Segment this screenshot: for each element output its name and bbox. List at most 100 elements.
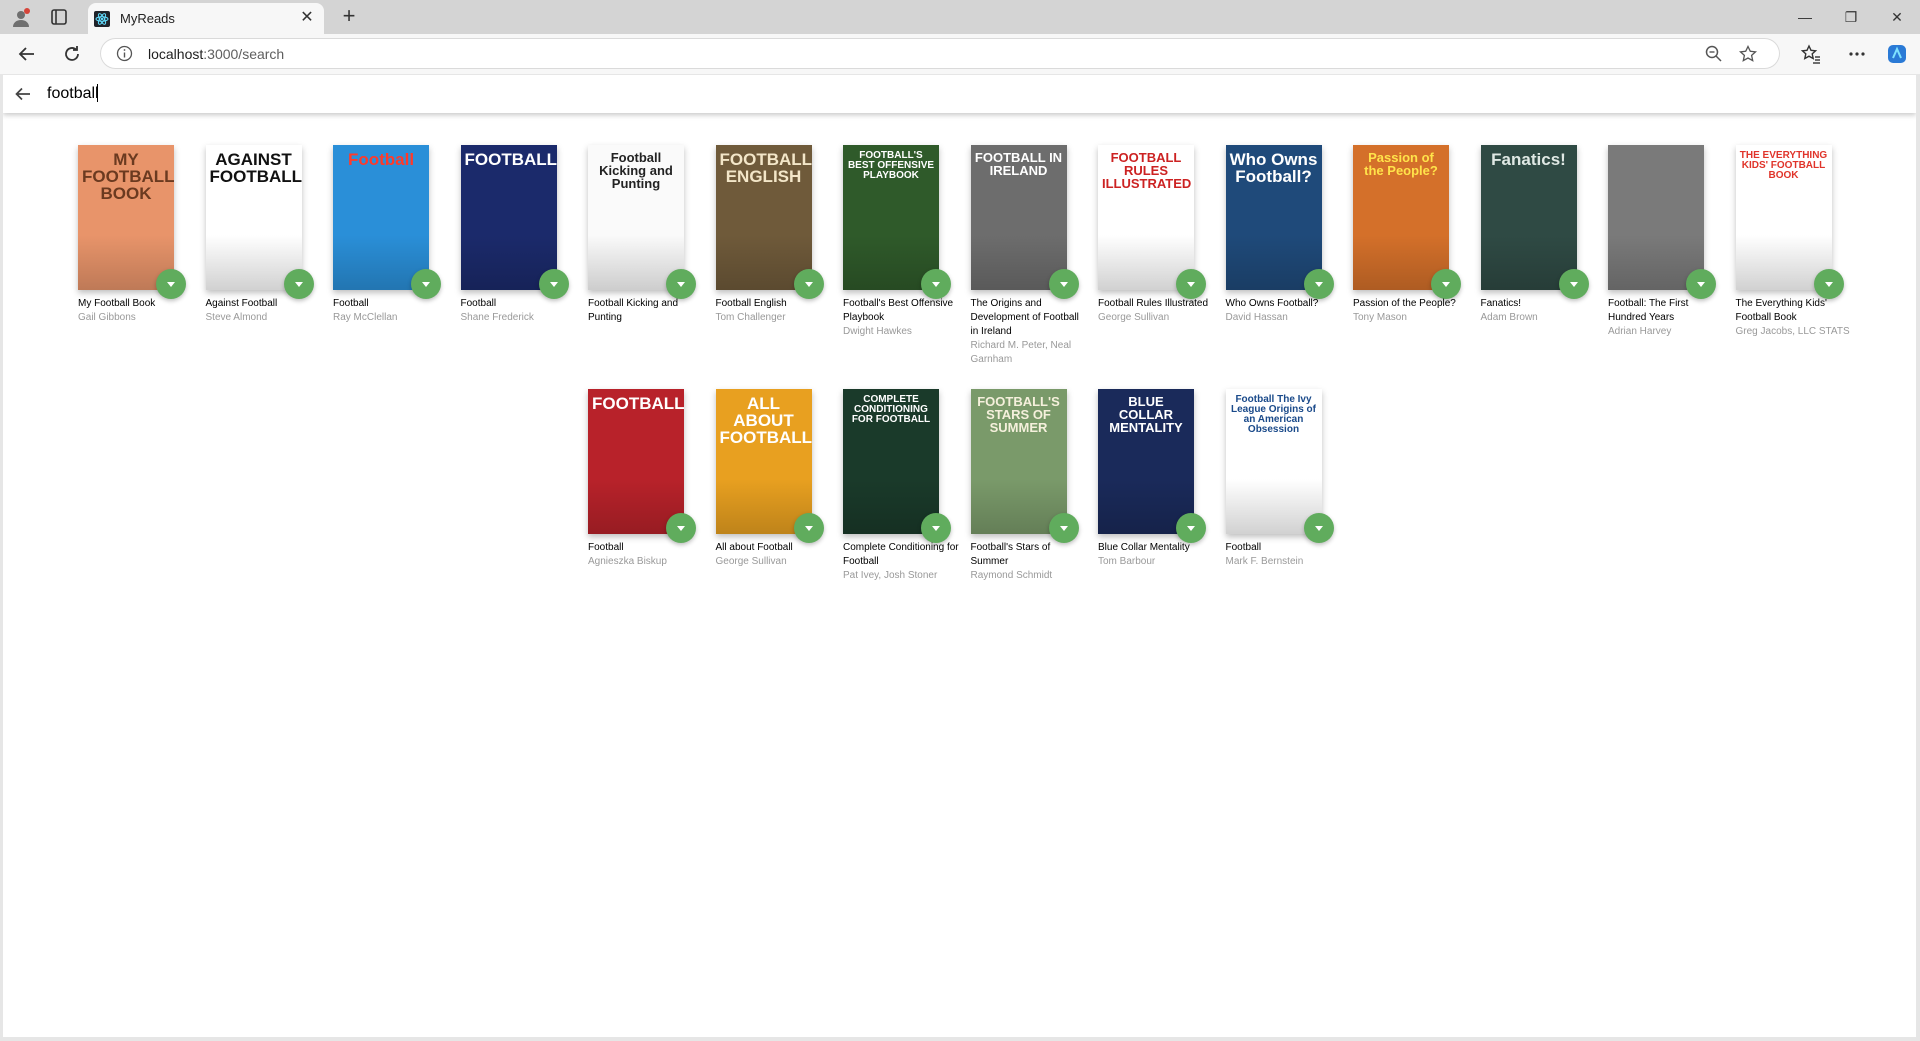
- book-title: My Football Book Gail Gibbons: [78, 297, 196, 325]
- book-authors: Steve Almond: [205, 312, 268, 323]
- favorite-star-icon[interactable]: [1738, 44, 1758, 64]
- book-cover[interactable]: THE EVERYTHING KIDS' FOOTBALL BOOK: [1735, 145, 1832, 290]
- book-cover[interactable]: MY FOOTBALL BOOK: [78, 145, 174, 290]
- new-tab-icon[interactable]: +: [338, 5, 360, 28]
- dropdown-arrow-icon: [1569, 281, 1578, 287]
- book-title-text: Who Owns Football?: [1225, 298, 1319, 309]
- tab-actions-icon[interactable]: [50, 8, 68, 26]
- shelf-changer-button[interactable]: [156, 269, 186, 299]
- book-cover[interactable]: FOOTBALL: [588, 389, 684, 534]
- shelf-changer-button[interactable]: [793, 513, 824, 543]
- react-favicon-icon: [94, 11, 110, 27]
- book-title-text: Complete Conditioning for Football: [843, 542, 959, 567]
- back-icon[interactable]: [16, 43, 38, 65]
- book-title: Passion of the People? Tony Mason: [1353, 297, 1471, 325]
- shelf-changer-button[interactable]: [1431, 269, 1461, 299]
- book-cover[interactable]: FOOTBALL ENGLISH: [715, 145, 812, 290]
- zoom-icon[interactable]: [1704, 44, 1724, 64]
- book-title: All about Football George Sullivan: [716, 541, 834, 569]
- book-title: Football Rules Illustrated George Sulliva…: [1098, 297, 1216, 325]
- results-row-1: MY FOOTBALL BOOK My Football Book Gail Gib…: [3, 145, 1916, 385]
- book-title-text: Against Football: [205, 298, 278, 309]
- shelf-changer-button[interactable]: [1813, 269, 1844, 299]
- book-cover[interactable]: AGAINST FOOTBALL: [205, 145, 302, 290]
- copilot-icon[interactable]: [1886, 43, 1908, 65]
- shelf-changer-button[interactable]: [1176, 269, 1206, 299]
- favorites-icon[interactable]: [1800, 43, 1822, 65]
- window-close-icon[interactable]: ✕: [1874, 0, 1920, 34]
- book-authors: Adam Brown: [1480, 312, 1538, 323]
- book-title-text: Football: [333, 298, 369, 309]
- more-options-icon[interactable]: [1846, 43, 1868, 65]
- close-search-arrow-icon[interactable]: [13, 84, 33, 104]
- address-bar[interactable]: localhost:3000/search: [100, 38, 1780, 69]
- book-title-text: Football's Best Offensive Playbook: [843, 298, 954, 323]
- site-info-icon[interactable]: [116, 45, 133, 62]
- dropdown-arrow-icon: [1059, 281, 1068, 287]
- shelf-changer-button[interactable]: [283, 269, 314, 299]
- book-cover-text: BLUE COLLAR MENTALITY: [1109, 394, 1183, 435]
- browser-toolbar: localhost:3000/search: [0, 34, 1920, 74]
- tab-close-icon[interactable]: ✕: [298, 9, 316, 27]
- shelf-changer-button[interactable]: [1558, 269, 1589, 299]
- profile-icon[interactable]: [10, 7, 32, 29]
- book-title-text: Football English: [715, 298, 787, 309]
- book-authors: Tom Challenger: [715, 312, 786, 323]
- restore-icon[interactable]: ❐: [1828, 0, 1874, 34]
- shelf-changer-button[interactable]: [666, 513, 696, 543]
- dropdown-arrow-icon: [677, 525, 685, 531]
- dropdown-arrow-icon: [422, 281, 430, 287]
- shelf-changer-button[interactable]: [921, 269, 951, 299]
- shelf-changer-button[interactable]: [1048, 513, 1079, 543]
- book-title: Complete Conditioning for Football Pat Iv…: [843, 541, 961, 583]
- dropdown-arrow-icon: [804, 281, 813, 287]
- book-cover[interactable]: Fanatics!: [1480, 145, 1577, 290]
- book-title-text: The Everything Kids' Football Book: [1735, 298, 1827, 323]
- book-cover-text: MY FOOTBALL BOOK: [82, 150, 174, 203]
- reload-icon[interactable]: [61, 43, 83, 65]
- text-caret: [97, 84, 98, 102]
- shelf-changer-button[interactable]: [666, 269, 696, 299]
- book-title-text: All about Football: [715, 542, 793, 553]
- shelf-changer-button[interactable]: [538, 269, 569, 299]
- book-authors: Shane Frederick: [460, 312, 534, 323]
- book-cover[interactable]: ALL ABOUT FOOTBALL: [715, 389, 812, 534]
- page-viewport: MY FOOTBALL BOOK My Football Book Gail Gib…: [3, 75, 1916, 1037]
- book-cover[interactable]: FOOTBALL IN IRELAND: [970, 145, 1067, 290]
- book-cover[interactable]: Passion of the People?: [1353, 145, 1449, 290]
- shelf-changer-button[interactable]: [1176, 513, 1206, 543]
- book-cover-text: FOOTBALL ENGLISH: [719, 150, 812, 186]
- search-books-bar: [3, 75, 1916, 113]
- book-cover-text: FOOTBALL IN IRELAND: [974, 150, 1063, 178]
- dropdown-arrow-icon: [1059, 525, 1068, 531]
- url-text[interactable]: localhost:3000/search: [148, 46, 284, 62]
- book-cover-text: FOOTBALL'S BEST OFFENSIVE PLAYBOOK: [847, 150, 935, 181]
- shelf-changer-button[interactable]: [793, 269, 824, 299]
- book-cover[interactable]: FOOTBALL'S BEST OFFENSIVE PLAYBOOK: [843, 145, 939, 290]
- dropdown-arrow-icon: [677, 281, 685, 287]
- shelf-changer-button[interactable]: [1048, 269, 1079, 299]
- book-cover[interactable]: COMPLETE CONDITIONING FOR FOOTBALL: [843, 389, 939, 534]
- tab-myreads[interactable]: MyReads ✕: [88, 3, 324, 34]
- search-input[interactable]: [47, 81, 1847, 107]
- book-cover[interactable]: Football Kicking and Punting: [588, 145, 684, 290]
- shelf-changer-button[interactable]: [411, 269, 441, 299]
- book-authors: Adrian Harvey: [1608, 326, 1672, 337]
- book-title: Football Mark F. Bernstein: [1226, 541, 1344, 569]
- book-cover[interactable]: Football The Ivy League Origins of an Am…: [1225, 389, 1322, 534]
- book-cover[interactable]: BLUE COLLAR MENTALITY: [1098, 389, 1194, 534]
- minimize-icon[interactable]: —: [1782, 0, 1828, 34]
- book-cover[interactable]: FOOTBALL'S STARS OF SUMMER: [970, 389, 1067, 534]
- book-cover[interactable]: Football: [333, 145, 429, 290]
- shelf-changer-button[interactable]: [1303, 513, 1334, 543]
- book-title: Football's Best Offensive Playbook Dwight…: [843, 297, 961, 339]
- dropdown-arrow-icon: [294, 281, 303, 287]
- book-cover[interactable]: FOOTBALL RULES ILLUSTRATED: [1098, 145, 1194, 290]
- book-cover[interactable]: [1608, 145, 1704, 290]
- book-cover[interactable]: Who Owns Football?: [1225, 145, 1322, 290]
- shelf-changer-button[interactable]: [1686, 269, 1716, 299]
- shelf-changer-button[interactable]: [1303, 269, 1334, 299]
- shelf-changer-button[interactable]: [921, 513, 951, 543]
- book-cover[interactable]: FOOTBALL: [460, 145, 557, 290]
- book-title: Football Ray McClellan: [333, 297, 451, 325]
